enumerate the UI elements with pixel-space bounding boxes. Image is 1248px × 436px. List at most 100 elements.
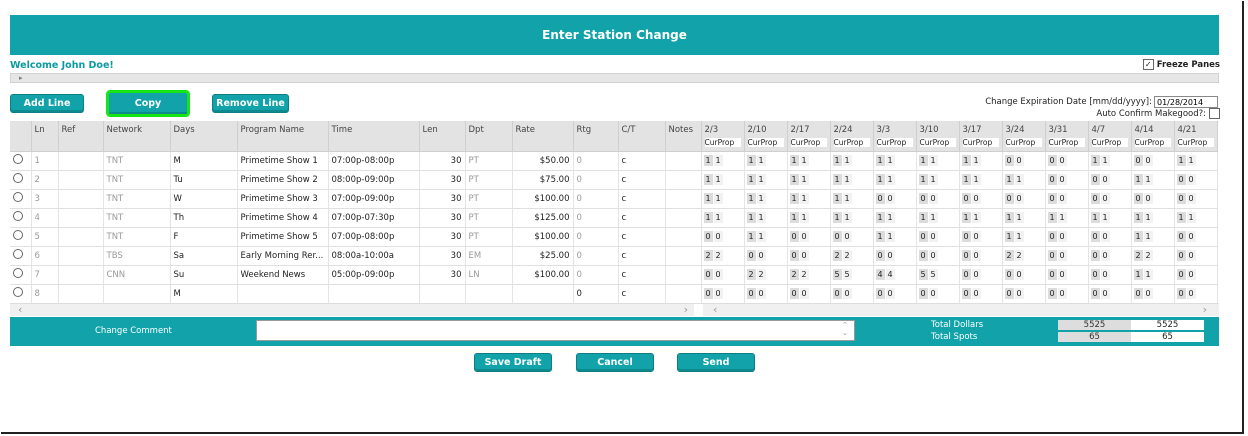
proposed-spots[interactable]: 1 (885, 231, 895, 242)
ref-cell[interactable] (58, 208, 104, 228)
week-spots-cell[interactable]: 00 (1174, 189, 1218, 209)
notes-cell[interactable] (665, 151, 702, 171)
proposed-spots[interactable]: 0 (1143, 288, 1153, 299)
proposed-spots[interactable]: 1 (842, 212, 852, 223)
proposed-spots[interactable]: 0 (1186, 193, 1196, 204)
proposed-spots[interactable]: 1 (885, 212, 895, 223)
ref-cell[interactable] (58, 227, 104, 247)
time-cell[interactable]: 07:00p-08:00p (328, 227, 420, 247)
week-spots-cell[interactable]: 11 (1002, 227, 1046, 247)
col-header-len[interactable]: Len (419, 121, 466, 152)
week-spots-cell[interactable]: 00 (916, 246, 960, 266)
week-spots-cell[interactable]: 11 (1174, 208, 1218, 228)
week-spots-cell[interactable]: 00 (873, 284, 917, 304)
week-spots-cell[interactable]: 00 (1002, 151, 1046, 171)
notes-cell[interactable] (665, 284, 702, 304)
network-cell[interactable]: TNT (103, 151, 171, 171)
week-spots-cell[interactable]: 00 (916, 284, 960, 304)
remove-line-button[interactable]: Remove Line (212, 94, 289, 113)
rating-cell[interactable]: 0 (573, 151, 619, 171)
network-cell[interactable]: TNT (103, 170, 171, 190)
notes-cell[interactable] (665, 189, 702, 209)
ct-cell[interactable]: c (618, 151, 666, 171)
week-spots-cell[interactable]: 11 (1088, 151, 1132, 171)
send-button[interactable]: Send (677, 353, 755, 372)
week-spots-cell[interactable]: 00 (1088, 227, 1132, 247)
week-spots-cell[interactable]: 11 (916, 170, 960, 190)
week-spots-cell[interactable]: 11 (787, 189, 831, 209)
proposed-spots[interactable]: 0 (842, 231, 852, 242)
proposed-spots[interactable]: 0 (1143, 193, 1153, 204)
proposed-spots[interactable]: 1 (842, 174, 852, 185)
proposed-spots[interactable]: 0 (1100, 250, 1110, 261)
proposed-spots[interactable]: 1 (1186, 212, 1196, 223)
freeze-panes-checkbox[interactable]: ✓ (1142, 59, 1154, 70)
proposed-spots[interactable]: 1 (842, 155, 852, 166)
len-cell[interactable]: 30 (419, 189, 466, 209)
network-cell[interactable]: TBS (103, 246, 171, 266)
days-cell[interactable]: Th (170, 208, 238, 228)
proposed-spots[interactable]: 0 (1014, 193, 1024, 204)
proposed-spots[interactable]: 0 (1014, 288, 1024, 299)
time-cell[interactable]: 07:00p-07:30p (328, 208, 420, 228)
proposed-spots[interactable]: 2 (756, 269, 766, 280)
program-name-cell[interactable]: Primetime Show 4 (237, 208, 329, 228)
scroll-right-icon[interactable]: ▸ (19, 74, 23, 82)
proposed-spots[interactable]: 0 (1143, 155, 1153, 166)
save-draft-button[interactable]: Save Draft (474, 353, 552, 372)
week-spots-cell[interactable]: 11 (1002, 170, 1046, 190)
proposed-spots[interactable]: 0 (713, 269, 723, 280)
proposed-spots[interactable]: 0 (1186, 250, 1196, 261)
rating-cell[interactable]: 0 (573, 208, 619, 228)
network-cell[interactable]: TNT (103, 227, 171, 247)
ref-cell[interactable] (58, 246, 104, 266)
proposed-spots[interactable]: 1 (713, 174, 723, 185)
week-spots-cell[interactable]: 00 (1174, 170, 1218, 190)
week-spots-cell[interactable]: 11 (873, 170, 917, 190)
daypart-cell[interactable]: EM (465, 246, 513, 266)
rating-cell[interactable]: 0 (573, 189, 619, 209)
proposed-spots[interactable]: 0 (799, 231, 809, 242)
week-spots-cell[interactable]: 00 (916, 189, 960, 209)
freeze-panes-toggle[interactable]: ✓ Freeze Panes (1142, 59, 1220, 70)
week-spots-cell[interactable]: 11 (744, 208, 788, 228)
network-cell[interactable] (103, 284, 171, 304)
proposed-spots[interactable]: 0 (928, 193, 938, 204)
week-spots-cell[interactable]: 44 (873, 265, 917, 285)
row-select[interactable] (10, 170, 32, 190)
proposed-spots[interactable]: 0 (842, 288, 852, 299)
week-spots-cell[interactable]: 11 (701, 189, 745, 209)
week-spots-cell[interactable]: 11 (830, 170, 874, 190)
proposed-spots[interactable]: 1 (799, 193, 809, 204)
week-spots-cell[interactable]: 00 (1045, 227, 1089, 247)
table-row[interactable]: 7 CNN Su Weekend News 05:00p-09:00p 30 LN $100.… (10, 265, 1218, 285)
table-row[interactable]: 1 TNT M Primetime Show 1 07:00p-08:00p 30 PT $5… (10, 151, 1218, 171)
week-spots-cell[interactable]: 00 (1045, 170, 1089, 190)
proposed-spots[interactable]: 0 (1100, 269, 1110, 280)
row-radio[interactable] (13, 230, 23, 240)
proposed-spots[interactable]: 1 (971, 212, 981, 223)
scroll-left-icon[interactable]: ‹ (18, 303, 22, 316)
daypart-cell[interactable]: LN (465, 265, 513, 285)
proposed-spots[interactable]: 0 (1057, 269, 1067, 280)
week-spots-cell[interactable]: 22 (1002, 246, 1046, 266)
proposed-spots[interactable]: 5 (842, 269, 852, 280)
len-cell[interactable]: 30 (419, 265, 466, 285)
auto-confirm-checkbox[interactable] (1209, 108, 1220, 119)
table-row[interactable]: 5 TNT F Primetime Show 5 07:00p-08:00p 30 PT $1… (10, 227, 1218, 247)
proposed-spots[interactable]: 0 (1057, 231, 1067, 242)
expiration-date-input[interactable] (1154, 96, 1218, 108)
proposed-spots[interactable]: 0 (756, 288, 766, 299)
proposed-spots[interactable]: 1 (1014, 212, 1024, 223)
rating-cell[interactable]: 0 (573, 227, 619, 247)
row-radio[interactable] (13, 173, 23, 183)
days-cell[interactable]: M (170, 151, 238, 171)
days-cell[interactable]: M (170, 284, 238, 304)
daypart-cell[interactable]: PT (465, 189, 513, 209)
week-spots-cell[interactable]: 11 (787, 208, 831, 228)
week-spots-cell[interactable]: 00 (744, 284, 788, 304)
week-spots-cell[interactable]: 11 (744, 151, 788, 171)
week-spots-cell[interactable]: 11 (787, 151, 831, 171)
row-select[interactable] (10, 284, 32, 304)
proposed-spots[interactable]: 0 (1057, 174, 1067, 185)
